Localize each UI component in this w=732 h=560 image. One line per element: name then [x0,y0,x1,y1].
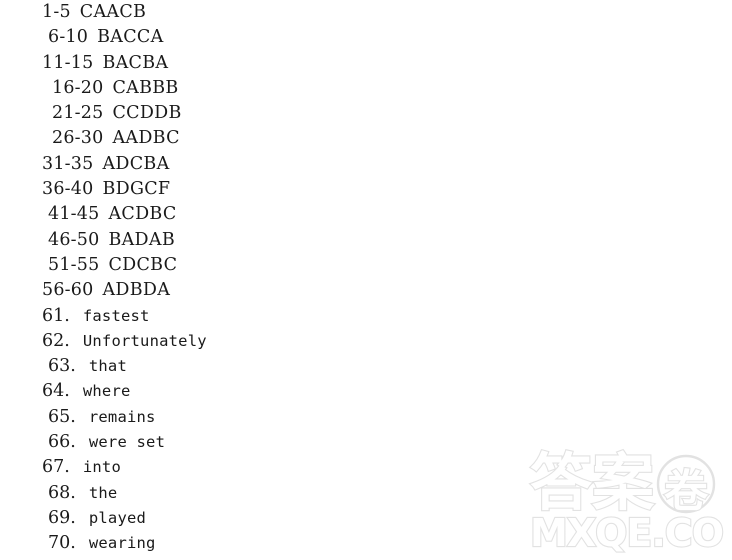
answer-letters: ADBDA [102,280,171,301]
answer-word: Unfortunately [82,331,207,350]
question-number: 69. [48,507,76,528]
answer-word: that [88,357,127,376]
question-range: 31-35 [42,153,94,174]
answer-word: wearing [88,534,156,553]
answer-letters: AADBC [112,128,180,149]
answer-word: where [82,382,131,401]
question-number: 65. [48,406,76,427]
answer-word: into [82,458,121,477]
answer-letters: CAACB [79,2,147,22]
answer-row-written: 64. where [0,379,732,404]
question-range: 46-50 [48,229,100,250]
answer-letters: ACDBC [108,204,177,225]
question-range: 56-60 [42,280,94,301]
answer-row-written: 65. remains [0,405,732,430]
question-number: 66. [48,432,76,453]
answer-letters: CABBB [112,77,179,98]
question-range: 26-30 [52,128,104,149]
question-range: 6-10 [48,27,89,48]
answer-row-written: 61. fastest [0,304,732,329]
answer-letters: BACBA [102,52,169,73]
answer-letters: BADAB [108,229,175,250]
question-range: 51-55 [48,254,100,275]
answer-row-multiple-choice: 11-15 BACBA [0,51,732,76]
answer-row-multiple-choice: 51-55 CDCBC [0,253,732,278]
answer-row-written: 68. the [0,481,732,506]
answer-word: played [88,508,147,527]
answer-letters: CCDDB [112,103,182,124]
question-range: 36-40 [42,179,94,200]
answer-row-written: 69. played [0,506,732,531]
question-number: 70. [48,533,76,554]
answer-row-written: 63. that [0,354,732,379]
question-number: 62. [42,330,70,351]
question-range: 16-20 [52,77,104,98]
answer-row-multiple-choice: 31-35 ADCBA [0,152,732,177]
answer-row-multiple-choice: 36-40 BDGCF [0,177,732,202]
answer-row-written: 67. into [0,455,732,480]
answer-row-written: 66. were set [0,430,732,455]
answer-row-multiple-choice: 21-25 CCDDB [0,101,732,126]
answer-letters: BACCA [97,27,164,48]
question-number: 63. [48,356,76,377]
question-range: 1-5 [42,2,71,22]
question-number: 64. [42,381,70,402]
answer-row-written: 62. Unfortunately [0,329,732,354]
answer-row-multiple-choice: 1-5 CAACB [0,0,732,25]
answer-word: were set [88,433,166,452]
answer-word: the [88,483,118,502]
answer-letters: CDCBC [108,254,178,275]
question-number: 67. [42,457,70,478]
answer-letters: ADCBA [102,153,170,174]
answer-row-multiple-choice: 6-10 BACCA [0,25,732,50]
answer-row-multiple-choice: 16-20 CABBB [0,76,732,101]
question-range: 11-15 [42,52,94,73]
question-range: 21-25 [52,103,104,124]
answer-row-written: 70. wearing [0,531,732,556]
answer-row-multiple-choice: 56-60 ADBDA [0,278,732,303]
answer-word: remains [88,407,156,426]
answer-row-multiple-choice: 46-50 BADAB [0,228,732,253]
question-number: 61. [42,305,70,326]
question-number: 68. [48,482,76,503]
answer-row-multiple-choice: 41-45 ACDBC [0,202,732,227]
question-range: 41-45 [48,204,100,225]
answer-letters: BDGCF [102,179,171,200]
answer-list: 1-5 CAACB 6-10 BACCA 11-15 BACBA 16-20 CABBB 21-… [0,0,732,557]
answer-row-multiple-choice: 26-30 AADBC [0,126,732,151]
answer-key-page: 1-5 CAACB 6-10 BACCA 11-15 BACBA 16-20 CABBB 21-… [0,0,732,560]
answer-word: fastest [82,306,150,325]
